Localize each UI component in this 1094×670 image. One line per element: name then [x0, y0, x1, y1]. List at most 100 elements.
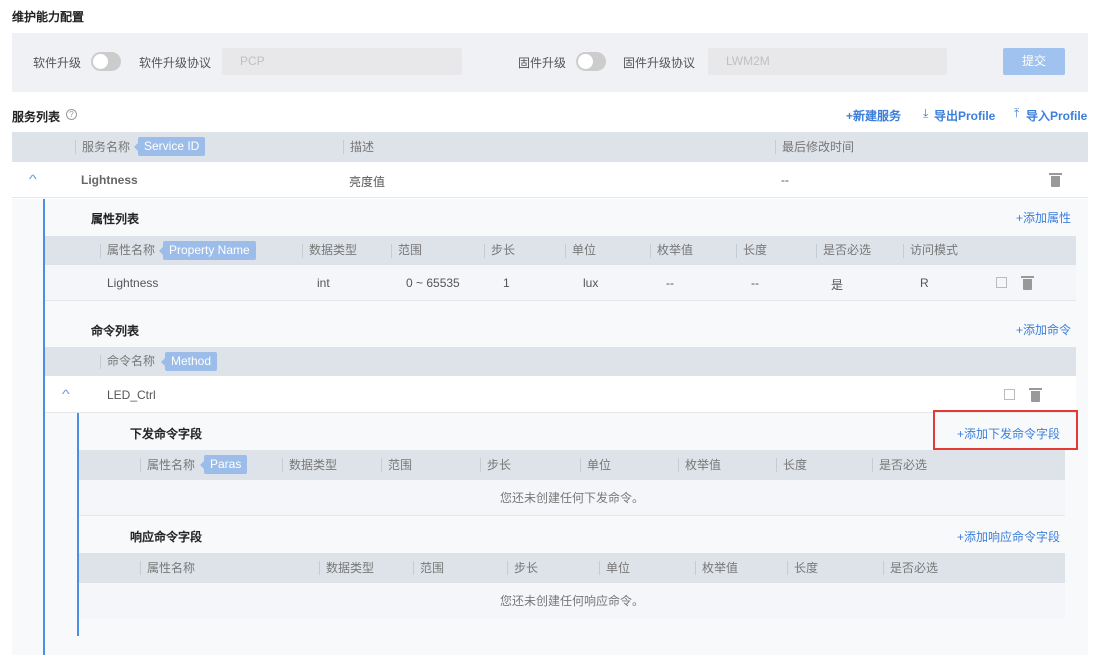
add-command-link[interactable]: +添加命令: [1016, 321, 1071, 338]
column-header: 范围: [388, 458, 413, 472]
command-table-header: 命令名称 Method: [45, 347, 1076, 376]
sw-protocol-input[interactable]: PCP: [222, 48, 462, 75]
column-separator: [695, 561, 696, 575]
sw-upgrade-toggle[interactable]: [91, 52, 121, 71]
export-profile-link[interactable]: 导出Profile: [934, 107, 995, 124]
column-header: 步长: [491, 243, 516, 257]
property-row[interactable]: Lightness int 0 ~ 65535 1 lux -- -- 是 R: [45, 265, 1076, 301]
service-table-header: 服务名称 描述 最后修改时间 Service ID: [12, 132, 1088, 162]
property-table-header: 属性名称 数据类型 范围 步长 单位 枚举值 长度 是否必选 访问模式 Property Name: [45, 236, 1076, 265]
column-header: 属性名称: [147, 561, 196, 575]
add-property-link[interactable]: +添加属性: [1016, 209, 1071, 226]
column-header: 范围: [420, 561, 445, 575]
column-header: 长度: [783, 458, 808, 472]
edit-icon[interactable]: [996, 277, 1007, 288]
column-header: 长度: [794, 561, 819, 575]
collapse-icon[interactable]: ^: [29, 172, 37, 186]
column-header: 枚举值: [685, 458, 722, 472]
id-tag: Service ID: [133, 137, 206, 156]
command-row[interactable]: ^ LED_Ctrl: [45, 376, 1076, 413]
column-separator: [282, 458, 283, 472]
column-separator: [787, 561, 788, 575]
column-separator: [302, 244, 303, 258]
service-list-title: 服务列表: [12, 110, 61, 124]
column-header: 数据类型: [309, 243, 358, 257]
resp-fields-title: 响应命令字段: [130, 530, 203, 544]
column-header: 访问模式: [910, 243, 959, 257]
property-cell: Lightness: [107, 276, 159, 290]
sw-upgrade-label: 软件升级: [33, 56, 82, 70]
property-list-title: 属性列表: [91, 212, 140, 226]
method-tag: Method: [160, 352, 218, 371]
upload-icon: ⤒: [1014, 106, 1020, 120]
column-header: 单位: [572, 243, 597, 257]
column-header: 属性名称: [147, 458, 196, 472]
property-cell: --: [666, 276, 674, 290]
column-header: 长度: [743, 243, 768, 257]
edit-icon[interactable]: [1004, 389, 1015, 400]
column-header: 数据类型: [326, 561, 375, 575]
delete-icon[interactable]: [1021, 276, 1034, 290]
resp-fields-empty: 您还未创建任何响应命令。: [79, 583, 1065, 619]
property-cell: 0 ~ 65535: [406, 276, 460, 290]
column-separator: [736, 244, 737, 258]
help-icon[interactable]: ?: [66, 109, 77, 120]
download-icon: ⤓: [923, 106, 929, 120]
column-header: 单位: [606, 561, 631, 575]
column-separator: [413, 561, 414, 575]
column-header: 属性名称: [107, 243, 156, 257]
header-command-name: 命令名称: [107, 354, 156, 368]
column-separator: [872, 458, 873, 472]
fw-protocol-label: 固件升级协议: [623, 56, 696, 70]
fw-upgrade-toggle[interactable]: [576, 52, 606, 71]
submit-button[interactable]: 提交: [1003, 48, 1065, 75]
down-fields-header: 属性名称 数据类型 范围 步长 单位 枚举值 长度 是否必选 Paras: [79, 450, 1065, 480]
service-modified: --: [781, 173, 789, 187]
service-desc: 亮度值: [349, 175, 386, 189]
collapse-icon[interactable]: ^: [62, 387, 70, 401]
service-row[interactable]: ^ Lightness 亮度值 --: [12, 162, 1088, 198]
property-cell: 1: [503, 276, 510, 290]
column-separator: [484, 244, 485, 258]
down-fields-empty: 您还未创建任何下发命令。: [79, 480, 1065, 516]
column-separator: [816, 244, 817, 258]
column-header: 步长: [514, 561, 539, 575]
column-separator: [903, 244, 904, 258]
property-cell: lux: [583, 276, 599, 290]
column-separator: [507, 561, 508, 575]
service-name: Lightness: [81, 173, 138, 187]
column-separator: [580, 458, 581, 472]
column-separator: [343, 140, 344, 154]
column-separator: [100, 244, 101, 258]
fw-upgrade-label: 固件升级: [518, 56, 567, 70]
column-separator: [381, 458, 382, 472]
command-list-title: 命令列表: [91, 324, 140, 338]
delete-icon[interactable]: [1029, 388, 1042, 402]
column-separator: [140, 561, 141, 575]
fw-protocol-input[interactable]: LWM2M: [708, 48, 947, 75]
column-header: 范围: [398, 243, 423, 257]
column-separator: [319, 561, 320, 575]
add-resp-field-link[interactable]: +添加响应命令字段: [957, 528, 1060, 545]
column-header: 数据类型: [289, 458, 338, 472]
column-separator: [565, 244, 566, 258]
column-separator: [391, 244, 392, 258]
column-header: 枚举值: [702, 561, 739, 575]
column-separator: [775, 140, 776, 154]
column-header: 是否必选: [823, 243, 872, 257]
column-separator: [140, 458, 141, 472]
property-cell: --: [751, 276, 759, 290]
property-cell: int: [317, 276, 330, 290]
property-cell: R: [920, 276, 929, 290]
column-header: 描述: [350, 140, 375, 154]
new-service-link[interactable]: +新建服务: [846, 107, 901, 124]
id-tag: Paras: [199, 455, 248, 474]
import-profile-link[interactable]: 导入Profile: [1026, 107, 1087, 124]
column-header: 服务名称: [82, 140, 131, 154]
property-cell: 是: [831, 278, 844, 292]
column-separator: [599, 561, 600, 575]
column-header: 枚举值: [657, 243, 694, 257]
delete-service-icon[interactable]: [1049, 173, 1062, 187]
column-header: 最后修改时间: [782, 140, 855, 154]
highlight-box: [933, 410, 1078, 450]
